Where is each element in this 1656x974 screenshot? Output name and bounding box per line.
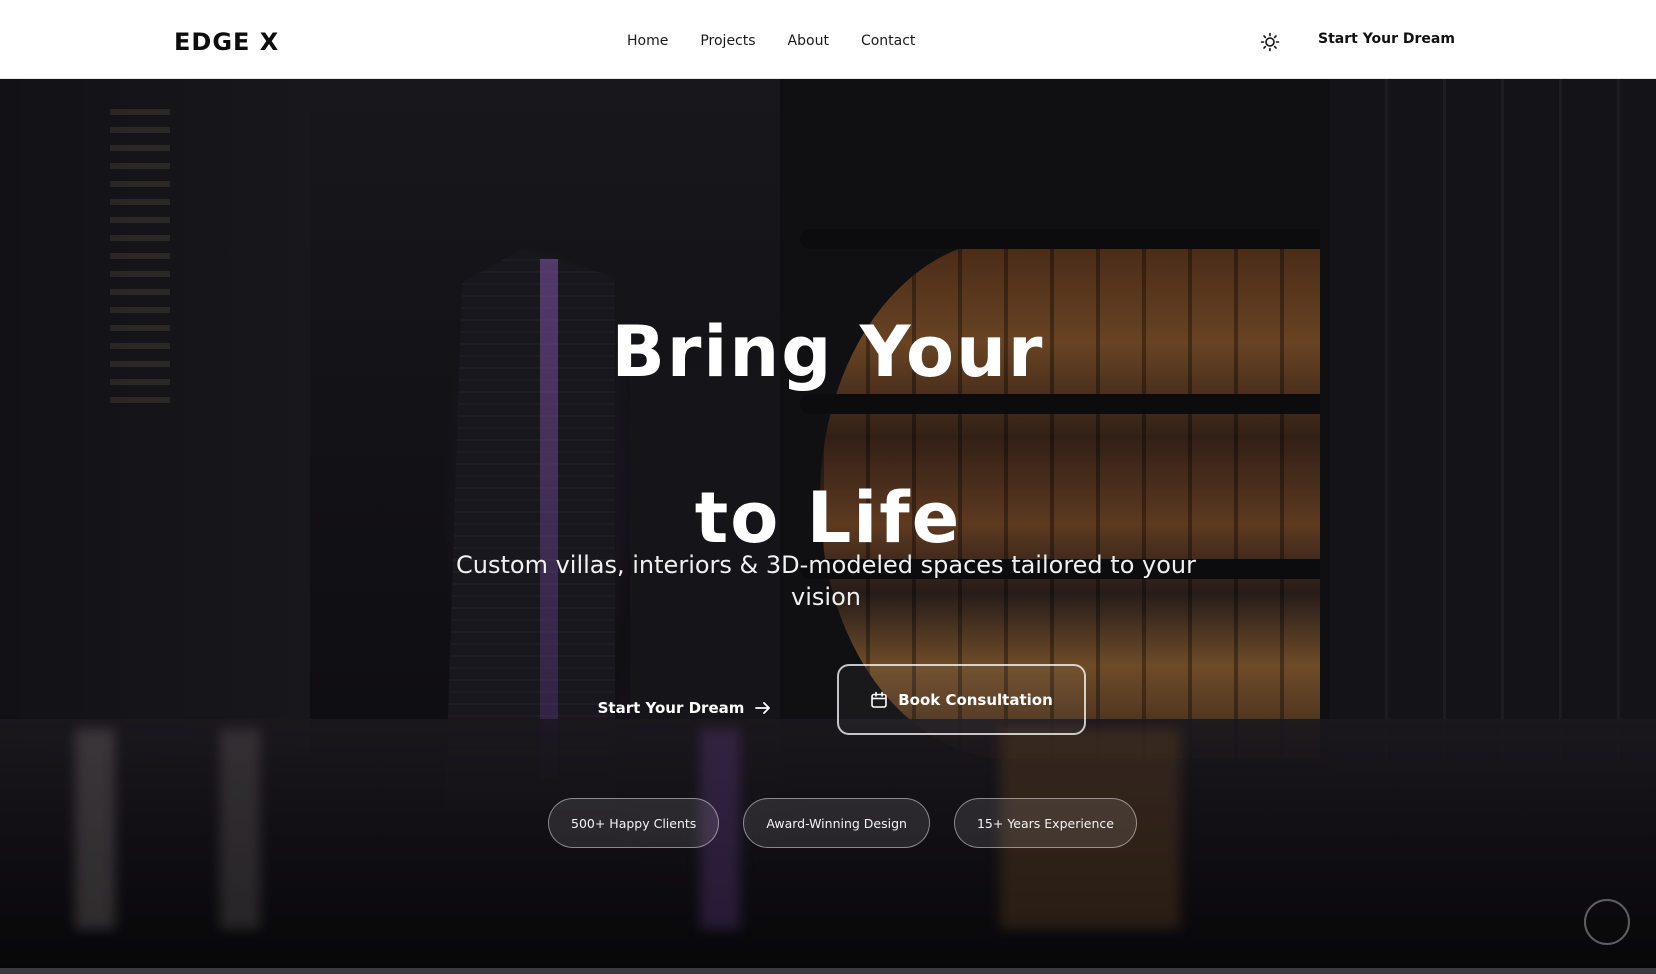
sun-icon <box>1260 32 1280 52</box>
hero-book-consultation-label: Book Consultation <box>898 690 1053 709</box>
badge-years-experience: 15+ Years Experience <box>953 798 1137 848</box>
arrow-right-icon <box>755 702 771 714</box>
hero-badges: 500+ Happy Clients Award-Winning Design … <box>548 798 1137 848</box>
brand-logo[interactable]: EDGE X <box>174 28 279 56</box>
hero-section: Bring Your to Life Custom villas, interi… <box>0 79 1656 974</box>
hero-book-consultation-button[interactable]: Book Consultation <box>837 664 1086 735</box>
calendar-icon <box>871 691 888 708</box>
badge-award-winning: Award-Winning Design <box>743 798 930 848</box>
top-navbar: EDGE X Home Projects About Contact Start… <box>0 0 1656 79</box>
hero-title-line-2: to Life <box>694 477 962 559</box>
bottom-edge-bar <box>0 968 1656 974</box>
scroll-indicator-button[interactable] <box>1584 899 1630 945</box>
hero-title-line-1: Bring Your <box>611 311 1045 393</box>
theme-toggle-button[interactable] <box>1259 31 1281 53</box>
badge-happy-clients: 500+ Happy Clients <box>548 798 720 848</box>
nav-link-about[interactable]: About <box>788 33 829 49</box>
main-nav: Home Projects About Contact <box>627 33 947 49</box>
nav-link-contact[interactable]: Contact <box>861 33 915 49</box>
nav-link-projects[interactable]: Projects <box>700 33 755 49</box>
hero-start-dream-button[interactable]: Start Your Dream <box>595 673 775 743</box>
nav-start-dream-button[interactable]: Start Your Dream <box>1318 31 1455 47</box>
hero-start-dream-label: Start Your Dream <box>597 699 745 717</box>
hero-subtitle: Custom villas, interiors & 3D-modeled sp… <box>456 551 1196 611</box>
nav-link-home[interactable]: Home <box>627 33 668 49</box>
